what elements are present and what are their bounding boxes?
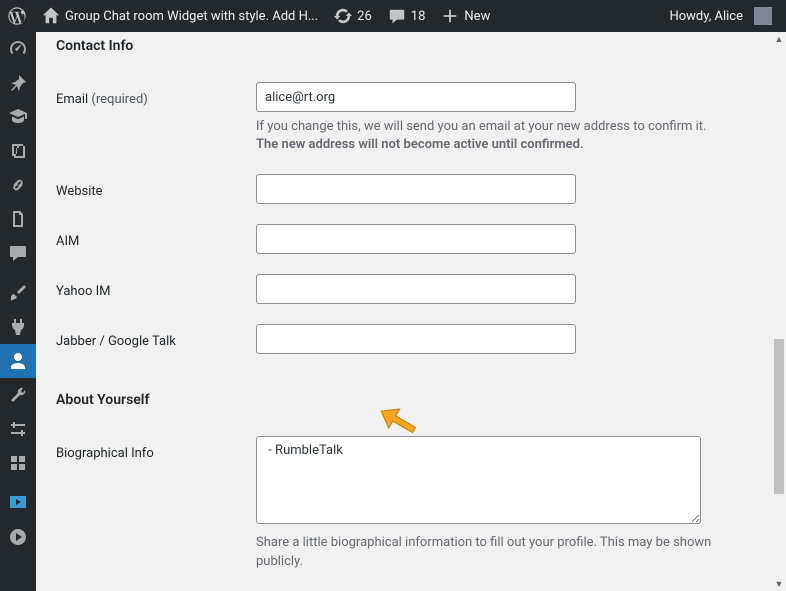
menu-media[interactable] xyxy=(0,134,36,168)
menu-dashboard[interactable] xyxy=(0,32,36,66)
yim-label: Yahoo IM xyxy=(56,264,256,314)
menu-appearance[interactable] xyxy=(0,276,36,310)
profile-content-area: Contact Info Email (required) If you cha… xyxy=(36,32,786,591)
wordpress-icon xyxy=(8,7,26,25)
menu-pages[interactable] xyxy=(0,202,36,236)
plus-icon xyxy=(441,7,459,25)
gauge-icon xyxy=(8,39,28,59)
menu-posts[interactable] xyxy=(0,66,36,100)
link-icon xyxy=(8,175,28,195)
sliders-icon xyxy=(8,419,28,439)
admin-left-menu xyxy=(0,32,36,591)
menu-settings[interactable] xyxy=(0,412,36,446)
menu-grid[interactable] xyxy=(0,446,36,480)
menu-links[interactable] xyxy=(0,168,36,202)
aim-field[interactable] xyxy=(256,224,576,254)
aim-label: AIM xyxy=(56,214,256,264)
website-label: Website xyxy=(56,164,256,214)
menu-comments[interactable] xyxy=(0,236,36,270)
bio-description: Share a little biographical information … xyxy=(256,534,716,570)
menu-play[interactable] xyxy=(0,520,36,554)
greeting-label: Howdy, Alice xyxy=(669,9,743,24)
pin-icon xyxy=(8,73,28,93)
updates-link[interactable]: 26 xyxy=(326,0,380,32)
website-field[interactable] xyxy=(256,174,576,204)
contact-info-heading: Contact Info xyxy=(56,38,766,54)
home-icon xyxy=(42,7,60,25)
graduation-cap-icon xyxy=(8,107,28,127)
biographical-info-field[interactable] xyxy=(256,436,701,524)
site-link[interactable]: Group Chat room Widget with style. Add H… xyxy=(34,0,326,32)
email-field[interactable] xyxy=(256,82,576,112)
email-description: If you change this, we will send you an … xyxy=(256,118,716,154)
jabber-field[interactable] xyxy=(256,324,576,354)
new-content-link[interactable]: New xyxy=(433,0,498,32)
pages-icon xyxy=(8,209,28,229)
email-label: Email xyxy=(56,92,88,107)
scrollbar-track[interactable]: ▲ ▼ xyxy=(772,32,786,591)
play-circle-icon xyxy=(8,527,28,547)
menu-tools[interactable] xyxy=(0,378,36,412)
contact-info-table: Email (required) If you change this, we … xyxy=(56,72,766,364)
admin-top-bar: Group Chat room Widget with style. Add H… xyxy=(0,0,786,32)
comments-icon xyxy=(388,7,406,25)
menu-edu[interactable] xyxy=(0,100,36,134)
comments-link[interactable]: 18 xyxy=(380,0,434,32)
brush-icon xyxy=(8,283,28,303)
yahoo-im-field[interactable] xyxy=(256,274,576,304)
new-label: New xyxy=(464,9,490,24)
my-account-link[interactable]: Howdy, Alice xyxy=(661,0,780,32)
menu-users[interactable] xyxy=(0,344,36,378)
about-yourself-table: Biographical Info Share a little biograp… xyxy=(56,426,766,580)
menu-plugins[interactable] xyxy=(0,310,36,344)
media-icon xyxy=(8,141,28,161)
comment-icon xyxy=(8,243,28,263)
grid-icon xyxy=(8,453,28,473)
wp-logo[interactable] xyxy=(0,0,34,32)
comments-count: 18 xyxy=(411,9,426,24)
menu-video[interactable] xyxy=(0,486,36,520)
scrollbar-thumb[interactable] xyxy=(774,339,784,494)
avatar xyxy=(754,7,772,25)
site-name-label: Group Chat room Widget with style. Add H… xyxy=(65,9,318,24)
jabber-label: Jabber / Google Talk xyxy=(56,314,256,364)
email-required-hint: (required) xyxy=(91,92,147,107)
about-yourself-heading: About Yourself xyxy=(56,392,766,408)
refresh-icon xyxy=(334,7,352,25)
scroll-down-arrow[interactable]: ▼ xyxy=(774,579,784,589)
user-icon xyxy=(8,351,28,371)
play-screen-icon xyxy=(8,493,28,513)
scroll-up-arrow[interactable]: ▲ xyxy=(774,34,784,44)
wrench-icon xyxy=(8,385,28,405)
plug-icon xyxy=(8,317,28,337)
bio-label: Biographical Info xyxy=(56,426,256,580)
updates-count: 26 xyxy=(357,9,372,24)
